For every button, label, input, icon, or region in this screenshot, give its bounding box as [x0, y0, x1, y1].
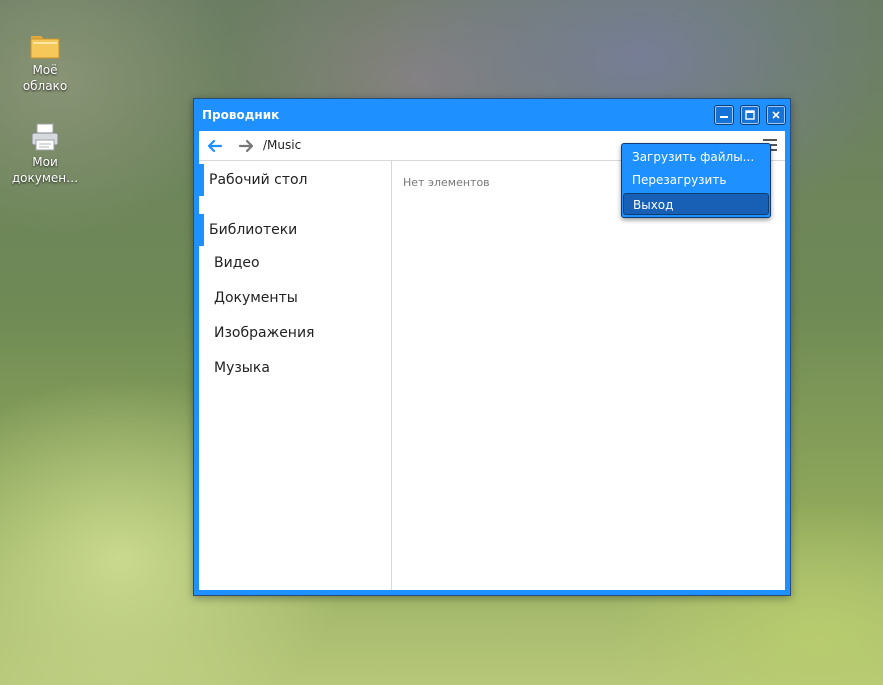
- minimize-button[interactable]: [714, 105, 734, 125]
- menu-item-reload[interactable]: Перезагрузить: [623, 169, 769, 191]
- section-indicator: [199, 214, 204, 246]
- path-breadcrumb: /Music: [263, 138, 302, 152]
- printer-icon: [31, 123, 59, 151]
- sidebar-item-label: Библиотеки: [209, 222, 298, 238]
- menu-item-upload-files[interactable]: Загрузить файлы...: [623, 146, 769, 168]
- sidebar: Рабочий стол Библиотеки Видео Документы …: [199, 161, 392, 590]
- close-button[interactable]: [766, 105, 786, 125]
- desktop: Моё облако Мои докумен… Проводник /Music…: [0, 0, 883, 685]
- window-title: Проводник: [202, 108, 280, 122]
- menu-item-exit[interactable]: Выход: [623, 193, 769, 215]
- file-list-area[interactable]: Нет элементов: [392, 161, 785, 590]
- sidebar-item-desktop[interactable]: Рабочий стол: [199, 164, 391, 196]
- sidebar-item-documents[interactable]: Документы: [214, 290, 298, 306]
- sidebar-item-label: Рабочий стол: [209, 172, 308, 188]
- desktop-icon-my-documents[interactable]: Мои докумен…: [10, 122, 80, 186]
- sidebar-item-libraries[interactable]: Библиотеки: [199, 214, 391, 246]
- maximize-icon: [745, 110, 755, 120]
- context-menu: Загрузить файлы... Перезагрузить Выход: [621, 143, 771, 218]
- arrow-left-icon[interactable]: [207, 138, 223, 154]
- arrow-right-icon[interactable]: [238, 138, 254, 154]
- desktop-icon-label: Моё облако: [22, 63, 68, 93]
- maximize-button[interactable]: [740, 105, 760, 125]
- folder-icon: [30, 36, 60, 59]
- sidebar-item-music[interactable]: Музыка: [214, 360, 270, 376]
- active-indicator: [199, 164, 204, 196]
- desktop-icon-my-cloud[interactable]: Моё облако: [10, 30, 80, 94]
- empty-state-text: Нет элементов: [403, 176, 490, 189]
- close-icon: [772, 111, 780, 119]
- title-bar[interactable]: Проводник: [194, 99, 790, 131]
- sidebar-item-video[interactable]: Видео: [214, 255, 260, 271]
- desktop-icon-label: Мои докумен…: [11, 155, 79, 185]
- sidebar-item-images[interactable]: Изображения: [214, 325, 314, 341]
- minimize-icon: [720, 116, 728, 118]
